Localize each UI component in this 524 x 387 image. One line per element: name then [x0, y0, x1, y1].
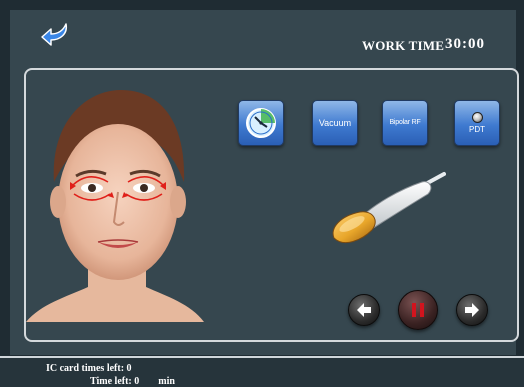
ic-card-times-left: IC card times left: 0: [46, 363, 132, 374]
light-dot-icon: [471, 111, 483, 123]
time-left: Time left: 0 min: [90, 376, 175, 387]
pdt-label: PDT: [469, 124, 485, 134]
vacuum-mode-button[interactable]: Vacuum: [312, 100, 358, 146]
pause-icon: [412, 303, 424, 317]
pdt-mode-button[interactable]: PDT: [454, 100, 500, 146]
clock-icon: [246, 108, 276, 138]
bipolar-rf-mode-button[interactable]: Bipolar RF: [382, 100, 428, 146]
pause-button[interactable]: [398, 290, 438, 330]
arrow-right-icon: [465, 303, 479, 317]
work-time-label: WORK TIME: [362, 38, 445, 53]
back-arrow-icon: [41, 23, 68, 46]
time-left-label: Time left: 0: [90, 376, 140, 387]
work-time-value: 30:00: [445, 36, 485, 52]
time-left-unit: min: [158, 376, 175, 387]
face-illustration: [26, 82, 204, 322]
next-button[interactable]: [456, 294, 488, 326]
treatment-panel: Vacuum Bipolar RF PDT: [24, 68, 519, 342]
back-button[interactable]: [38, 18, 78, 52]
arrow-left-icon: [357, 303, 371, 317]
timer-mode-button[interactable]: [238, 100, 284, 146]
vacuum-label: Vacuum: [318, 118, 352, 128]
previous-button[interactable]: [348, 294, 380, 326]
bipolar-rf-label: Bipolar RF: [389, 119, 421, 126]
rf-handpiece-image: [332, 172, 446, 243]
